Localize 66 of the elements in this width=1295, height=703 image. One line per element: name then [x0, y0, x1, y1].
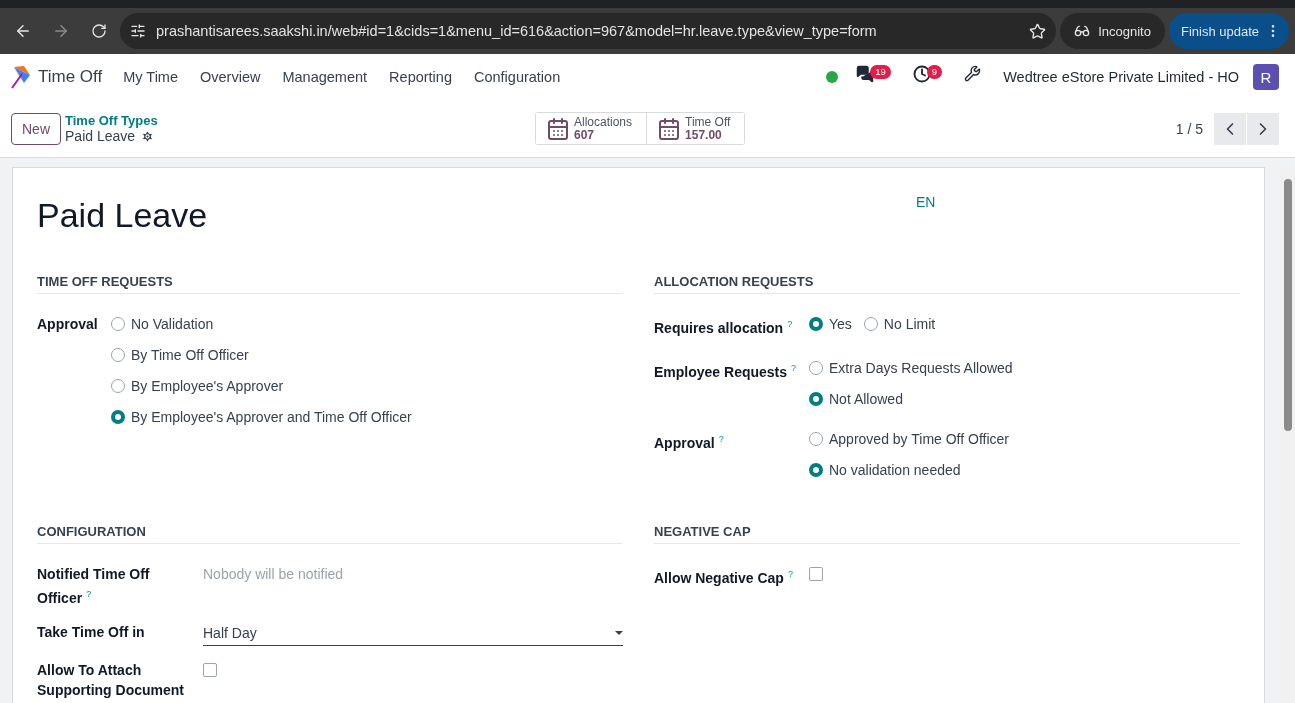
radio-option[interactable]: No Limit — [863, 314, 936, 334]
radio-option[interactable]: By Employee's Approver and Time Off Officer — [111, 407, 412, 427]
activity-clock-icon[interactable] — [912, 65, 931, 83]
menu-item[interactable]: Management — [271, 69, 379, 85]
record-title: Paid Leave — [37, 196, 209, 235]
menu-item[interactable]: Overview — [189, 69, 272, 85]
section-title: ALLOCATION REQUESTS — [654, 274, 1240, 294]
field-label: Employee Requests $^{?}$ — [654, 361, 798, 382]
section-title: NEGATIVE CAP — [654, 524, 1240, 544]
section-title: TIME OFF REQUESTS — [37, 274, 623, 294]
radio-icon[interactable] — [809, 462, 823, 477]
radio-option[interactable]: No validation needed — [809, 459, 1009, 480]
settings-icon[interactable] — [141, 129, 155, 143]
radio-option[interactable]: No Validation — [111, 314, 412, 334]
count-badge: 19 — [870, 65, 891, 79]
radio-icon[interactable] — [863, 317, 878, 331]
stat-button[interactable]: Time Off 157.00 — [646, 113, 745, 144]
radio-option[interactable]: By Employee's Approver — [111, 376, 412, 396]
menu-item[interactable]: Reporting — [378, 69, 463, 85]
new-button[interactable]: New — [11, 112, 61, 145]
radio-icon[interactable] — [111, 379, 125, 393]
app-logo-icon — [10, 65, 32, 89]
update-button[interactable]: Finish update — [1168, 13, 1289, 49]
field-label: Approval — [37, 315, 99, 334]
radio-option[interactable]: Approved by Time Off Officer — [809, 428, 1009, 449]
radio-option[interactable]: By Time Off Officer — [111, 345, 412, 365]
field-label: Take Time Off in — [37, 622, 146, 642]
tools-icon[interactable] — [964, 65, 982, 82]
previous-button[interactable] — [1214, 112, 1246, 145]
bookmark-star-icon[interactable] — [1029, 22, 1047, 40]
address-bar[interactable]: prashantisarees.saakshi.in/web#id=1&cids=1&menu_id=616&action=967&model=hr.leave.type&view_type=form — [120, 13, 1057, 49]
field-label: Requires allocation $^{?}$ — [654, 318, 794, 338]
radio-icon[interactable] — [111, 317, 125, 331]
field-label: Allow To Attach Supporting Document — [37, 660, 185, 700]
user-avatar[interactable]: R — [1253, 64, 1279, 90]
count-badge: 9 — [926, 65, 943, 79]
menu-item[interactable]: Configuration — [462, 69, 572, 85]
select-field[interactable]: Half Day — [203, 621, 623, 646]
radio-icon[interactable] — [809, 431, 823, 446]
pager-value[interactable]: 1 / 5 — [1175, 120, 1203, 137]
breadcrumb-link[interactable]: Time Off Types — [65, 113, 535, 128]
menu-item[interactable]: My Time — [112, 69, 189, 85]
calendar-icon — [657, 116, 682, 141]
radio-icon[interactable] — [809, 360, 823, 375]
radio-option[interactable]: Yes — [809, 314, 852, 334]
field-label: Allow Negative Cap $^{?}$ — [654, 568, 794, 588]
site-settings-icon[interactable] — [130, 23, 146, 39]
company-name[interactable]: Wedtree eStore Private Limited - HO — [1003, 69, 1239, 85]
radio-icon[interactable] — [809, 317, 823, 331]
section-title: CONFIGURATION — [37, 524, 623, 544]
field-label: Notified Time Off Officer $^{?}$ — [37, 565, 151, 608]
incognito-indicator[interactable]: Incognito — [1060, 13, 1165, 49]
checkbox[interactable] — [203, 662, 217, 677]
radio-icon[interactable] — [111, 348, 125, 362]
next-button[interactable] — [1247, 112, 1279, 145]
radio-option[interactable]: Extra Days Requests Allowed — [809, 357, 1013, 378]
language-button[interactable]: EN — [916, 194, 936, 210]
radio-option[interactable]: Not Allowed — [809, 388, 1013, 409]
checkbox[interactable] — [809, 567, 823, 581]
calendar-icon — [546, 116, 570, 141]
messages-icon[interactable] — [856, 65, 875, 83]
record-name: Paid Leave — [65, 128, 136, 144]
field-label: Approval $^{?}$ — [654, 432, 725, 453]
app-name[interactable]: Time Off — [38, 67, 103, 87]
radio-icon[interactable] — [111, 410, 125, 424]
radio-icon[interactable] — [809, 391, 823, 406]
